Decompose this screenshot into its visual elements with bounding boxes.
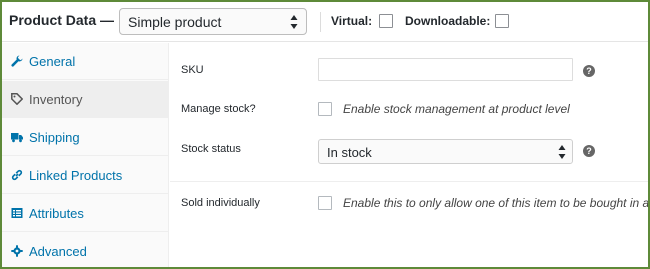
tab-shipping-label: Shipping [29,130,80,145]
inventory-panel: SKU ? Manage stock? Enable stock managem… [170,43,650,267]
tab-linked-products[interactable]: Linked Products [2,157,169,194]
select-arrows-icon [558,145,566,159]
stock-status-value: In stock [327,145,372,160]
virtual-label: Virtual: [331,14,373,28]
stock-status-help-icon[interactable]: ? [583,145,595,157]
tab-advanced-label: Advanced [29,244,87,259]
truck-icon [11,133,23,143]
tab-linked-products-label: Linked Products [29,168,123,183]
tab-inventory[interactable]: Inventory [2,81,169,118]
sold-individually-description: Enable this to only allow one of this it… [343,196,650,210]
header-separator [320,12,321,32]
link-icon [11,169,23,181]
tab-inventory-label: Inventory [29,92,83,107]
sku-input[interactable] [318,58,573,81]
tab-general-label: General [29,54,76,69]
tag-icon [11,93,23,105]
downloadable-checkbox[interactable] [495,14,509,28]
tab-advanced[interactable]: Advanced [2,233,169,267]
manage-stock-description: Enable stock management at product level [343,102,570,116]
sold-individually-checkbox[interactable] [318,196,332,210]
manage-stock-label: Manage stock? [181,103,256,115]
select-arrows-icon [290,15,298,29]
sku-help-icon[interactable]: ? [583,65,595,77]
stock-status-label: Stock status [181,143,241,155]
product-data-box: Product Data — Simple product Virtual: D… [0,0,650,269]
list-icon [11,208,23,218]
manage-stock-checkbox[interactable] [318,102,332,116]
tab-attributes[interactable]: Attributes [2,195,169,232]
product-data-tabs: General Inventory Shipping Linked Produc… [2,43,169,267]
gear-icon [11,245,23,257]
tab-shipping[interactable]: Shipping [2,119,169,156]
downloadable-label: Downloadable: [405,14,491,28]
sku-label: SKU [181,64,204,76]
sold-individually-label: Sold individually [181,197,260,209]
section-divider [170,181,648,182]
product-data-title: Product Data — [9,12,115,28]
virtual-checkbox[interactable] [379,14,393,28]
tab-attributes-label: Attributes [29,206,84,221]
product-data-header: Product Data — Simple product Virtual: D… [2,2,648,42]
product-type-value: Simple product [128,14,222,30]
tab-general[interactable]: General [2,43,169,80]
stock-status-select[interactable]: In stock [318,139,573,164]
wrench-icon [11,55,23,67]
product-type-select[interactable]: Simple product [119,8,307,35]
